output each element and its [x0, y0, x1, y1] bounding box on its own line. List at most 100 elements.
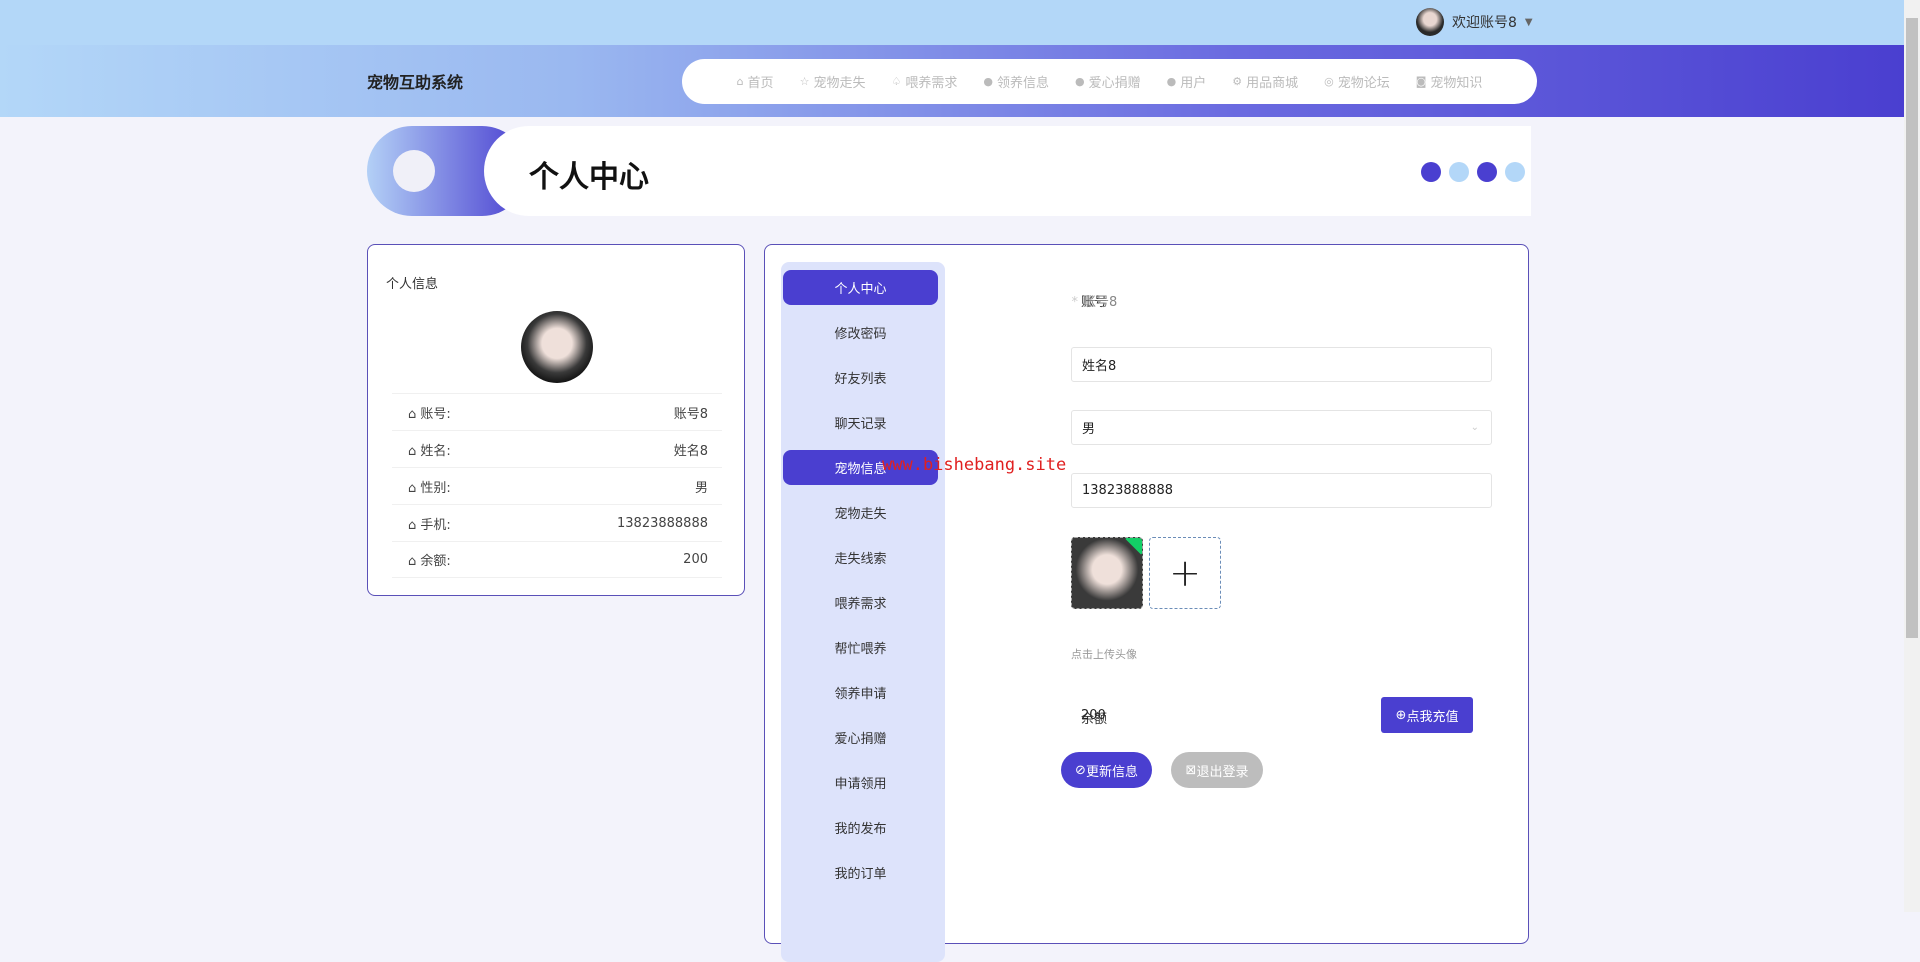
logout-icon: ⊠	[1185, 762, 1197, 778]
nav-item[interactable]: ⚙ 用品商城	[1232, 72, 1298, 91]
profile-info-list: ⌂ 账号: 账号8 ⌂ 姓名: 姓名8 ⌂ 性别: 男 ⌂ 手机: 13823888888 ⌂ …	[392, 393, 722, 578]
info-row: ⌂ 性别: 男	[392, 467, 722, 504]
nav-label: 宠物走失	[813, 76, 866, 91]
star-icon: ☆	[799, 75, 810, 88]
nav-item[interactable]: ◎ 宠物论坛	[1324, 72, 1390, 91]
user-menu[interactable]: 欢迎账号8 ▼	[1416, 8, 1533, 36]
nav-item[interactable]: ◙ 宠物知识	[1416, 72, 1483, 91]
menu-item[interactable]: 宠物走失	[783, 495, 938, 530]
info-value: 账号8	[673, 406, 708, 422]
home-icon: ⌂	[408, 406, 421, 422]
check-icon	[1125, 538, 1142, 555]
main-nav: ⌂ 首页 ☆ 宠物走失 ♤ 喂养需求 ● 领养信息 ● 爱心捐赠 ● 用户 ⚙ 用品商城 ◎ 宠物论坛 ◙ 宠物知…	[682, 59, 1537, 104]
info-label: ⌂ 性别:	[408, 480, 451, 496]
home-icon: ⌂	[408, 554, 421, 569]
profile-card: 个人信息 ⌂ 账号: 账号8 ⌂ 姓名: 姓名8 ⌂ 性别: 男 ⌂ 手机: 13823888…	[367, 244, 745, 596]
info-row: ⌂ 余额: 200	[392, 541, 722, 578]
nav-label: 宠物论坛	[1337, 76, 1390, 91]
nav-item[interactable]: ● 用户	[1167, 72, 1207, 91]
page-banner: 个人中心	[367, 126, 1531, 216]
nav-item[interactable]: ● 领养信息	[983, 72, 1049, 91]
info-label: ⌂ 余额:	[408, 554, 451, 569]
menu-item[interactable]: 我的订单	[783, 855, 938, 890]
profile-form-card: 个人中心 修改密码 好友列表 聊天记录 宠物信息 宠物走失 走失线索 喂养需求 帮忙喂养 领养申请…	[764, 244, 1529, 962]
nav-label: 宠物知识	[1430, 76, 1483, 91]
menu-item[interactable]: 个人中心	[783, 270, 938, 305]
plus-circle-icon: ⊕	[1395, 707, 1407, 723]
info-value: 姓名8	[673, 443, 708, 459]
scrollbar-thumb[interactable]	[1906, 18, 1918, 638]
info-value: 13823888888	[617, 515, 708, 531]
profile-avatar	[521, 311, 593, 383]
menu-item[interactable]: 我的发布	[783, 810, 938, 845]
nav-item[interactable]: ♤ 喂养需求	[891, 72, 957, 91]
circle-icon: ◎	[1324, 75, 1334, 88]
header: 宠物互助系统 ⌂ 首页 ☆ 宠物走失 ♤ 喂养需求 ● 领养信息 ● 爱心捐赠 ● 用户 ⚙ 用品商城 ◎ 宠…	[0, 45, 1904, 117]
nav-label: 爱心捐赠	[1088, 76, 1141, 91]
bell-icon: ♤	[891, 75, 902, 88]
nav-item[interactable]: ● 爱心捐赠	[1075, 72, 1141, 91]
home-icon: ⌂	[736, 75, 744, 88]
info-icon: ●	[983, 75, 993, 88]
info-row: ⌂ 手机: 13823888888	[392, 504, 722, 541]
menu-item[interactable]: 爱心捐赠	[783, 720, 938, 755]
info-value: 200	[683, 552, 708, 567]
update-button[interactable]: ⊘ 更新信息	[1061, 752, 1152, 788]
avatar-thumbnail[interactable]	[1071, 537, 1143, 609]
banner-dot	[1505, 162, 1525, 182]
phone-input[interactable]: 13823888888	[1071, 473, 1492, 508]
warning-icon: ●	[1166, 75, 1177, 88]
menu-item[interactable]: 走失线索	[783, 540, 938, 575]
nav-item[interactable]: ☆ 宠物走失	[800, 72, 866, 91]
top-bar: 欢迎账号8 ▼	[0, 0, 1904, 45]
info-label: ⌂ 手机:	[408, 517, 451, 533]
info-label: ⌂ 账号:	[408, 406, 451, 422]
nav-label: 用品商城	[1246, 76, 1299, 91]
menu-item[interactable]: 领养申请	[783, 675, 938, 710]
page-title: 个人中心	[529, 160, 649, 195]
caret-down-icon: ▼	[1524, 16, 1533, 28]
info-value: 男	[694, 480, 708, 496]
banner-dot	[1477, 162, 1497, 182]
menu-item[interactable]: 聊天记录	[783, 405, 938, 440]
menu-item[interactable]: 帮忙喂养	[783, 630, 938, 665]
info-row: ⌂ 账号: 账号8	[392, 393, 722, 430]
name-input[interactable]: 姓名8	[1071, 347, 1492, 382]
recharge-button[interactable]: ⊕ 点我充值	[1381, 697, 1473, 733]
home-icon: ⌂	[408, 443, 421, 459]
profile-card-title: 个人信息	[386, 277, 439, 292]
welcome-text: 欢迎账号8	[1452, 15, 1517, 31]
menu-item[interactable]: 申请领用	[783, 765, 938, 800]
logout-button[interactable]: ⊠ 退出登录	[1171, 752, 1263, 788]
info-row: ⌂ 姓名: 姓名8	[392, 430, 722, 467]
menu-item[interactable]: 好友列表	[783, 360, 938, 395]
scrollbar[interactable]	[1904, 0, 1920, 912]
nav-label: 用户	[1180, 76, 1207, 91]
gender-select[interactable]: 男 ⌄	[1071, 410, 1492, 445]
menu-item[interactable]: 喂养需求	[783, 585, 938, 620]
settings-icon: ⚙	[1232, 75, 1243, 88]
nav-item[interactable]: ⌂ 首页	[737, 72, 774, 91]
nav-label: 领养信息	[996, 76, 1049, 91]
menu-item[interactable]: 修改密码	[783, 315, 938, 350]
info-label: ⌂ 姓名:	[408, 443, 451, 459]
home-icon: ⌂	[408, 517, 421, 533]
account-value: 账号8	[1083, 295, 1118, 310]
nav-label: 首页	[747, 76, 774, 91]
chevron-down-icon: ⌄	[1470, 422, 1479, 433]
balance-value: 200	[1081, 708, 1106, 723]
upload-plus-button[interactable]: +	[1149, 537, 1221, 609]
banner-dot	[1421, 162, 1441, 182]
site-title: 宠物互助系统	[367, 73, 464, 92]
banner-dot	[1449, 162, 1469, 182]
banner-dots	[1421, 162, 1525, 182]
upload-hint: 点击上传头像	[1071, 648, 1137, 661]
check-circle-icon: ⊘	[1075, 762, 1086, 778]
home-icon: ⌂	[408, 480, 421, 496]
nav-label: 喂养需求	[905, 76, 958, 91]
banner-circle	[393, 150, 435, 192]
camera-icon: ◙	[1415, 75, 1427, 88]
question-icon: ●	[1074, 75, 1085, 88]
avatar	[1416, 8, 1444, 36]
side-menu: 个人中心 修改密码 好友列表 聊天记录 宠物信息 宠物走失 走失线索 喂养需求 帮忙喂养 领养申请…	[781, 262, 945, 962]
